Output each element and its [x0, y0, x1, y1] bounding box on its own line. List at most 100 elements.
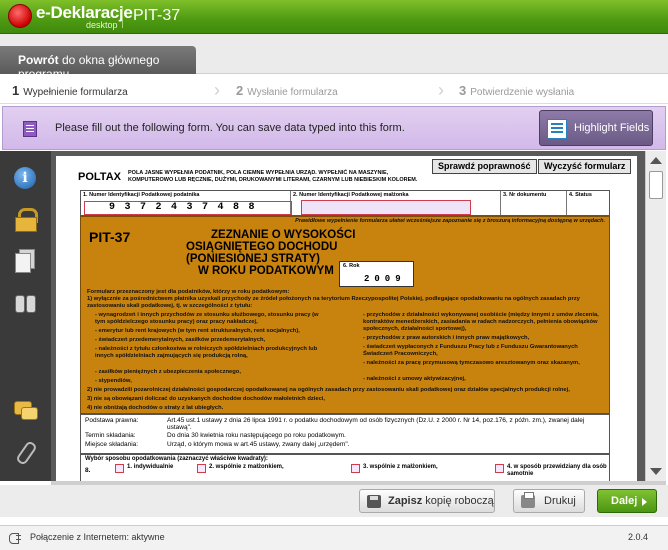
print-button[interactable]: Drukuj [513, 489, 585, 513]
next-arrow-icon [642, 498, 647, 506]
title-separator [122, 6, 123, 28]
nip-cell: 1. Numer Identyfikacji Podatkowej podatn… [81, 191, 292, 215]
taxation-method-header: Wybór sposobu opodatkowania (zaznaczyć w… [85, 456, 268, 462]
print-icon [521, 492, 535, 508]
save-draft-label: Zapisz kopię roboczą [388, 495, 494, 507]
lock-icon[interactable] [14, 208, 38, 232]
save-rest: kopię roboczą [422, 495, 494, 507]
deadline-label: Termin składania: [85, 432, 136, 439]
back-bar: Powrót do okna głównego programu [0, 34, 668, 81]
left-item: - wynagrodzeń i innych przychodów ze sto… [95, 312, 319, 325]
intro-point-4: 4) nie obniżają dochodów o straty z lat … [87, 405, 224, 411]
step-2-number: 2 [236, 83, 244, 98]
wizard-steps: 1 Wypełnienie formularza › 2 Wysłanie form… [0, 76, 668, 104]
app-window: e-Deklaracje desktop PIT-37 Powrót do ok… [0, 0, 668, 550]
app-version: 2.0.4 [627, 532, 648, 542]
check-correctness-button[interactable]: Sprawdź poprawność [432, 159, 537, 174]
title-bar: e-Deklaracje desktop PIT-37 [0, 0, 668, 34]
legal-row: Podstawa prawna: Art.45 ust.1 ustawy z d… [85, 417, 584, 431]
taxation-method-section: Wybór sposobu opodatkowania (zaznaczyć w… [80, 454, 610, 481]
form-code: PIT-37 [89, 229, 131, 245]
legal-basis-section: Podstawa prawna: Art.45 ust.1 ustawy z d… [80, 414, 610, 454]
right-item: - przychodów z praw autorskich i innych … [363, 335, 530, 341]
comment-icon[interactable] [14, 399, 38, 421]
document-viewer[interactable]: Sprawdź poprawność Wyczyść formularz POL… [51, 151, 645, 481]
left-toolbar: i [0, 151, 51, 481]
connection-plug-icon [6, 533, 21, 544]
form-info-bar: Please fill out the following form. You … [2, 106, 666, 150]
option-2-checkbox[interactable] [197, 464, 206, 473]
window-title: PIT-37 [133, 7, 181, 24]
clear-form-button[interactable]: Wyczyść formularz [538, 159, 632, 174]
scroll-up-icon[interactable] [650, 157, 662, 164]
form-help-note: Prawidłowe wypełnienie formularza ułatwi… [295, 218, 605, 224]
option-4-checkbox[interactable] [495, 464, 504, 473]
e-deklaracje-logo-icon [8, 4, 32, 28]
next-button[interactable]: Dalej [597, 489, 657, 513]
highlight-fields-button[interactable]: Highlight Fields [539, 110, 653, 146]
form-title-line-1: ZEZNANIE O WYSOKOŚCI [211, 229, 356, 241]
info-icon[interactable]: i [14, 167, 36, 189]
left-item: - zasiłków pieniężnych z ubezpieczenia s… [95, 369, 241, 375]
right-item: - należności za pracę przymusową tymczas… [363, 360, 580, 366]
step-1-label: Wypełnienie formularza [23, 87, 128, 98]
nip-input[interactable]: 9372437488 [84, 201, 292, 215]
form-header-section: Prawidłowe wypełnienie formularza ułatwi… [80, 216, 610, 414]
intro-point-1: 1) wyłącznie za pośrednictwem płatnika u… [87, 296, 580, 309]
step-arrow-icon: › [214, 80, 220, 100]
status-label: 4. Status [569, 192, 592, 198]
left-item: - emerytur lub rent krajowych (w tym ren… [95, 328, 300, 334]
place-label: Miejsce składania: [85, 441, 139, 448]
step-3-label: Potwierdzenie wysłania [470, 87, 575, 98]
pit37-form-page: Sprawdź poprawność Wyczyść formularz POL… [56, 156, 637, 481]
status-bar: Połączenie z Internetem: aktywne 2.0.4 [0, 525, 668, 550]
action-bar: Zapisz kopię roboczą Drukuj Dalej [0, 485, 668, 517]
save-bold: Zapisz [388, 495, 423, 507]
spouse-nip-label: 2. Numer Identyfikacji Podatkowej małżon… [293, 192, 409, 198]
identification-row: 1. Numer Identyfikacji Podatkowej podatn… [80, 190, 610, 216]
document-number-cell: 3. Nr dokumentu [501, 191, 567, 215]
step-1: 1 Wypełnienie formularza [12, 83, 128, 98]
intro-point-3: 3) nie są obowiązani doliczać do uzyskan… [87, 396, 326, 402]
status-cell: 4. Status [567, 191, 609, 215]
right-item: - świadczeń wypłaconych z Funduszu Pracy… [363, 344, 578, 357]
step-3: 3 Potwierdzenie wysłania [459, 83, 574, 98]
spouse-nip-cell: 2. Numer Identyfikacji Podatkowej małżon… [291, 191, 501, 215]
left-item: - stypendiów, [95, 378, 132, 384]
option-1-label: 1. indywidualnie [127, 464, 174, 470]
nip-label: 1. Numer Identyfikacji Podatkowej podatn… [83, 192, 200, 198]
step-2-label: Wysłanie formularza [247, 87, 338, 98]
intro-text: Formularz przeznaczony jest dla podatnik… [87, 289, 290, 295]
tax-year-field[interactable]: 6. Rok 2009 [339, 261, 414, 287]
highlight-fields-label: Highlight Fields [574, 122, 650, 134]
step-3-number: 3 [459, 83, 467, 98]
option-2-label: 2. wspólnie z małżonkiem, [209, 464, 284, 470]
tax-year-label: 6. Rok [343, 263, 360, 269]
scroll-down-icon[interactable] [650, 468, 662, 475]
vertical-scrollbar[interactable] [645, 151, 666, 481]
legal-row: Miejsce składania: Urząd, o którym mowa … [85, 441, 349, 448]
attachment-icon[interactable] [14, 441, 36, 463]
scroll-thumb[interactable] [649, 171, 663, 199]
legal-basis-value: Art.45 ust.1 ustawy z dnia 26 lipca 1991… [167, 417, 585, 431]
save-draft-button[interactable]: Zapisz kopię roboczą [359, 489, 495, 513]
poltax-label: POLTAX [78, 171, 121, 183]
document-number-label: 3. Nr dokumentu [503, 192, 547, 198]
spouse-nip-input[interactable] [301, 200, 471, 215]
form-document-icon [23, 121, 37, 137]
option-4-label: 4. w sposób przewidziany dla osób samotn… [507, 464, 607, 477]
step-1-number: 1 [12, 83, 20, 98]
highlight-fields-icon [547, 119, 567, 139]
option-3-label: 3. wspólnie z małżonkiem, [363, 464, 438, 470]
binoculars-icon[interactable] [14, 291, 36, 313]
place-value: Urząd, o którym mowa w art.45 ustawy, zw… [167, 441, 350, 448]
option-1-checkbox[interactable] [115, 464, 124, 473]
tax-year-value: 2009 [364, 274, 406, 284]
left-item: - świadczeń przedemerytalnych, zasiłków … [95, 337, 266, 343]
right-item: - przychodów z działalności wykonywanej … [363, 312, 599, 332]
next-label: Dalej [611, 495, 638, 507]
back-to-main-button[interactable]: Powrót do okna głównego programu [0, 46, 196, 81]
option-3-checkbox[interactable] [351, 464, 360, 473]
pages-icon[interactable] [14, 249, 36, 273]
right-item: - należności z umowy aktywizacyjnej, [363, 376, 466, 382]
